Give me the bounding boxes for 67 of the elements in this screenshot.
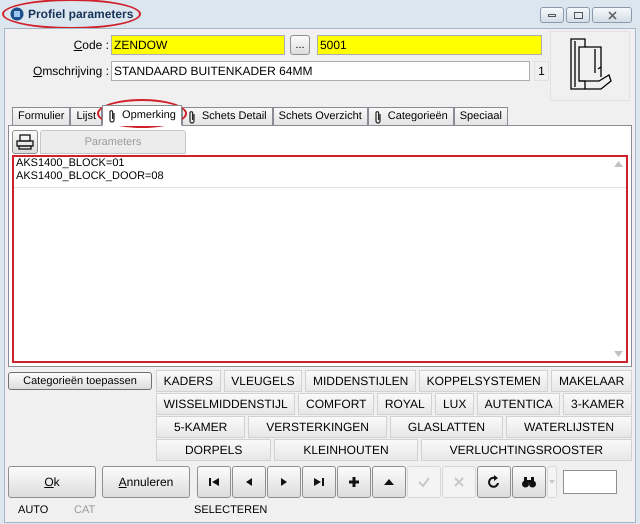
category-button[interactable]: MAKELAAR: [551, 370, 632, 392]
remark-line: AKS1400_BLOCK_DOOR=08: [16, 170, 164, 183]
category-button[interactable]: ROYAL: [377, 393, 432, 415]
binoculars-icon: [521, 474, 537, 490]
category-button[interactable]: GLASLATTEN: [390, 416, 504, 438]
window-title: Profiel parameters: [28, 6, 134, 23]
close-icon: [608, 10, 616, 20]
scroll-down-icon: [614, 351, 623, 357]
paperclip-icon: [374, 110, 382, 124]
category-button[interactable]: KLEINHOUTEN: [274, 439, 418, 461]
remarks-field[interactable]: AKS1400_BLOCK=01 AKS1400_BLOCK_DOOR=08: [12, 155, 628, 363]
category-button[interactable]: KADERS: [156, 370, 221, 392]
browse-button[interactable]: ...: [290, 35, 310, 55]
printer-icon: [16, 134, 34, 150]
tab[interactable]: Schets Overzicht: [272, 107, 368, 126]
paperclip-icon: [108, 108, 116, 122]
category-button[interactable]: COMFORT: [298, 393, 374, 415]
remark-line: AKS1400_BLOCK=01: [16, 157, 125, 170]
plus-icon: [346, 474, 362, 490]
category-button[interactable]: MIDDENSTIJLEN: [305, 370, 416, 392]
description-label: Omschrijving :: [32, 63, 110, 80]
nav-button[interactable]: [267, 466, 301, 498]
category-button[interactable]: VLEUGELS: [224, 370, 302, 392]
tab[interactable]: Lijst: [70, 107, 102, 126]
close-button[interactable]: [592, 7, 632, 23]
minimize-button[interactable]: [540, 7, 564, 23]
nav-button[interactable]: [512, 466, 546, 498]
tab[interactable]: Categorieën: [368, 107, 454, 126]
paperclip-icon: [188, 110, 196, 124]
maximize-button[interactable]: [566, 7, 590, 23]
category-button[interactable]: WATERLIJSTEN: [506, 416, 632, 438]
tab[interactable]: Speciaal: [454, 107, 508, 126]
status-text: AUTO: [18, 502, 50, 518]
refresh-icon: [486, 474, 502, 490]
nav-button[interactable]: [197, 466, 231, 498]
count-label: 1: [534, 61, 549, 81]
category-button[interactable]: 5-KAMER: [156, 416, 246, 438]
number-field[interactable]: 5001: [317, 35, 542, 55]
scroll-up-icon: [614, 161, 623, 167]
nav-button[interactable]: [477, 466, 511, 498]
category-button[interactable]: AUTENTICA: [477, 393, 560, 415]
nav-button[interactable]: [372, 466, 406, 498]
record-field[interactable]: [563, 470, 617, 494]
nav-button[interactable]: [302, 466, 336, 498]
dialog-button[interactable]: Ok: [8, 466, 96, 498]
dialog-button[interactable]: Annuleren: [102, 466, 190, 498]
apply-categories-button[interactable]: Categorieën toepassen: [8, 372, 152, 390]
category-button[interactable]: 3-KAMER: [563, 393, 632, 415]
category-button[interactable]: VERLUCHTINGSROOSTER: [420, 439, 632, 461]
category-button[interactable]: LUX: [435, 393, 474, 415]
caret-icon: [549, 480, 555, 484]
print-button[interactable]: [12, 130, 38, 154]
tab[interactable]: Opmerking: [102, 105, 182, 126]
nav-button[interactable]: [232, 466, 266, 498]
code-field[interactable]: ZENDOW: [111, 35, 285, 55]
code-label: Code :: [72, 37, 110, 54]
category-button[interactable]: VERSTERKINGEN: [248, 416, 387, 438]
tab[interactable]: Formulier: [12, 107, 70, 126]
nav-button[interactable]: [337, 466, 371, 498]
category-button[interactable]: WISSELMIDDENSTIJL: [156, 393, 296, 415]
status-text: CAT: [74, 502, 96, 518]
category-button[interactable]: KOPPELSYSTEMEN: [418, 370, 548, 392]
app-icon: [10, 7, 24, 21]
tab[interactable]: Schets Detail: [182, 107, 273, 126]
category-button[interactable]: DORPELS: [156, 439, 272, 461]
status-text: SELECTEREN: [194, 502, 268, 518]
description-field[interactable]: STANDAARD BUITENKADER 64MM: [111, 61, 530, 81]
